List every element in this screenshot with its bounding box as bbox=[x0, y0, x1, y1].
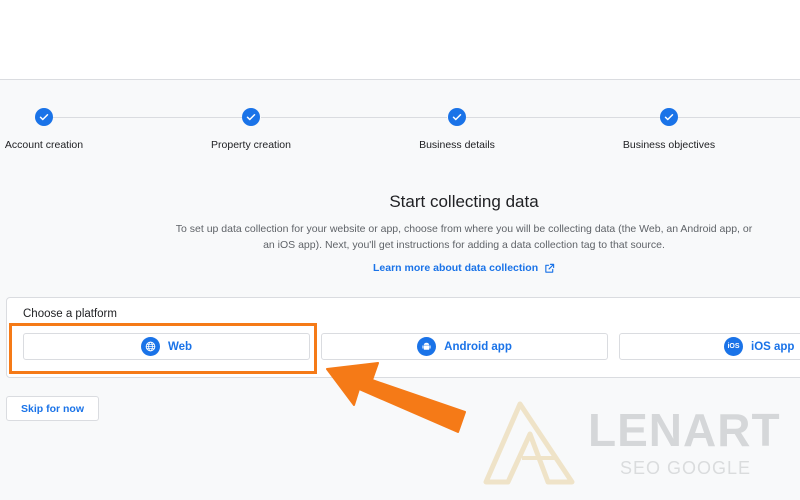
skip-for-now-button[interactable]: Skip for now bbox=[6, 396, 99, 421]
step-connector bbox=[261, 117, 447, 118]
setup-stepper: Account creation Property creation Busin… bbox=[0, 80, 800, 160]
page-title: Start collecting data bbox=[389, 192, 539, 211]
platform-ios-label: iOS app bbox=[751, 340, 795, 353]
ios-icon: iOS bbox=[724, 337, 743, 356]
step-label-account-creation: Account creation bbox=[4, 139, 84, 151]
learn-more-link[interactable]: Learn more about data collection bbox=[373, 262, 555, 274]
platform-android-label: Android app bbox=[444, 340, 512, 353]
step-complete-check-icon bbox=[242, 108, 260, 126]
step-label-business-details: Business details bbox=[419, 139, 495, 151]
step-complete-check-icon bbox=[448, 108, 466, 126]
step-connector bbox=[50, 117, 242, 118]
watermark-subtitle: SEO GOOGLE bbox=[620, 458, 752, 478]
platform-android-button[interactable]: Android app bbox=[321, 333, 608, 360]
page-description: To set up data collection for your websi… bbox=[175, 223, 753, 251]
external-link-icon bbox=[545, 263, 555, 273]
platform-heading: Choose a platform bbox=[23, 308, 117, 320]
android-icon bbox=[417, 337, 437, 356]
learn-more-label: Learn more about data collection bbox=[373, 262, 539, 274]
platform-ios-button[interactable]: iOS iOS app bbox=[619, 333, 800, 360]
web-option-highlight bbox=[9, 323, 317, 374]
step-complete-check-icon bbox=[35, 108, 53, 126]
watermark-logo-icon bbox=[483, 401, 575, 485]
watermark-brand: LENART bbox=[588, 404, 781, 456]
step-connector bbox=[466, 117, 660, 118]
step-complete-check-icon bbox=[660, 108, 678, 126]
step-label-property-creation: Property creation bbox=[211, 139, 291, 151]
top-header-area bbox=[0, 0, 800, 80]
step-connector bbox=[678, 117, 800, 118]
step-label-business-objectives: Business objectives bbox=[622, 139, 716, 151]
